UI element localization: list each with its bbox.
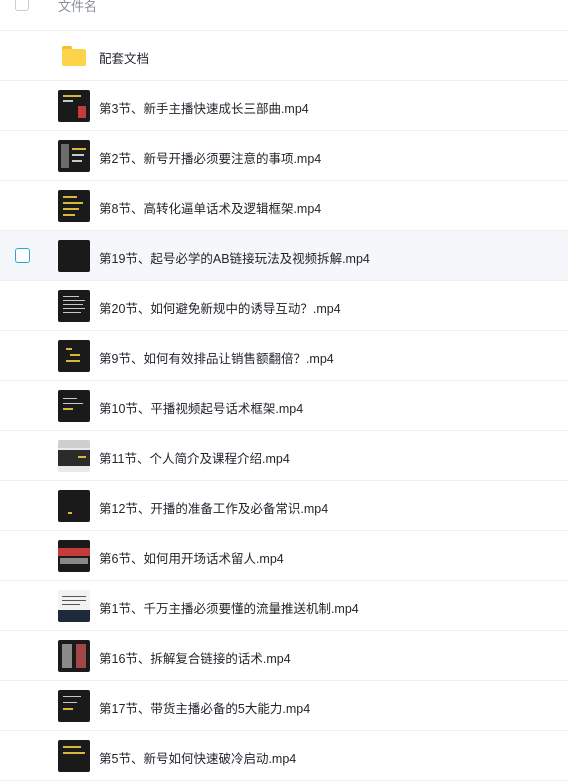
file-name[interactable]: 第3节、新手主播快速成长三部曲.mp4	[99, 98, 309, 117]
list-item[interactable]: 第6节、如何用开场话术留人.mp4	[0, 531, 568, 581]
file-name[interactable]: 第6节、如何用开场话术留人.mp4	[99, 548, 284, 567]
video-thumbnail-icon	[58, 140, 90, 172]
file-name[interactable]: 第12节、开播的准备工作及必备常识.mp4	[99, 498, 328, 517]
video-thumbnail-icon	[58, 490, 90, 522]
video-thumbnail-icon	[58, 640, 90, 672]
video-thumbnail-icon	[58, 240, 90, 272]
video-thumbnail-icon	[58, 540, 90, 572]
list-item[interactable]: 第3节、新手主播快速成长三部曲.mp4	[0, 81, 568, 131]
list-header: 文件名	[0, 0, 568, 31]
row-checkbox[interactable]	[15, 248, 30, 263]
video-thumbnail-icon	[58, 290, 90, 322]
file-name[interactable]: 第2节、新号开播必须要注意的事项.mp4	[99, 148, 321, 167]
video-thumbnail-icon	[58, 690, 90, 722]
file-name[interactable]: 第20节、如何避免新规中的诱导互动？.mp4	[99, 298, 341, 317]
file-name[interactable]: 第5节、新号如何快速破冷启动.mp4	[99, 748, 296, 767]
list-item[interactable]: 第20节、如何避免新规中的诱导互动？.mp4	[0, 281, 568, 331]
list-item[interactable]: 第9节、如何有效排品让销售额翻倍？.mp4	[0, 331, 568, 381]
video-thumbnail-icon	[58, 590, 90, 622]
file-name[interactable]: 第11节、个人简介及课程介绍.mp4	[99, 448, 290, 467]
list-item[interactable]: 第10节、平播视频起号话术框架.mp4	[0, 381, 568, 431]
file-name[interactable]: 第1节、千万主播必须要懂的流量推送机制.mp4	[99, 598, 359, 617]
file-name[interactable]: 第9节、如何有效排品让销售额翻倍？.mp4	[99, 348, 334, 367]
file-name[interactable]: 第10节、平播视频起号话术框架.mp4	[99, 398, 303, 417]
file-name[interactable]: 配套文档	[99, 48, 149, 67]
video-thumbnail-icon	[58, 190, 90, 222]
list-item[interactable]: 第5节、新号如何快速破冷启动.mp4	[0, 731, 568, 781]
select-all-checkbox[interactable]	[15, 0, 29, 11]
list-item[interactable]: 第11节、个人简介及课程介绍.mp4	[0, 431, 568, 481]
video-thumbnail-icon	[58, 90, 90, 122]
list-item[interactable]: 第17节、带货主播必备的5大能力.mp4	[0, 681, 568, 731]
column-header-filename[interactable]: 文件名	[58, 0, 97, 15]
list-item[interactable]: 第19节、起号必学的AB链接玩法及视频拆解.mp4	[0, 231, 568, 281]
video-thumbnail-icon	[58, 440, 90, 472]
list-item[interactable]: 第16节、拆解复合链接的话术.mp4	[0, 631, 568, 681]
list-item[interactable]: 第2节、新号开播必须要注意的事项.mp4	[0, 131, 568, 181]
list-item[interactable]: 第8节、高转化逼单话术及逻辑框架.mp4	[0, 181, 568, 231]
file-name[interactable]: 第17节、带货主播必备的5大能力.mp4	[99, 698, 310, 717]
file-name[interactable]: 第16节、拆解复合链接的话术.mp4	[99, 648, 291, 667]
video-thumbnail-icon	[58, 390, 90, 422]
file-name[interactable]: 第8节、高转化逼单话术及逻辑框架.mp4	[99, 198, 321, 217]
video-thumbnail-icon	[58, 740, 90, 772]
video-thumbnail-icon	[58, 340, 90, 372]
file-list: 文件名 配套文档 第3节、新手主播快速成长三部曲.mp4 第2节、新号开播必须要…	[0, 0, 568, 781]
list-item-folder[interactable]: 配套文档	[0, 31, 568, 81]
list-item[interactable]: 第12节、开播的准备工作及必备常识.mp4	[0, 481, 568, 531]
list-item[interactable]: 第1节、千万主播必须要懂的流量推送机制.mp4	[0, 581, 568, 631]
folder-icon	[62, 46, 86, 66]
file-name[interactable]: 第19节、起号必学的AB链接玩法及视频拆解.mp4	[99, 248, 370, 267]
